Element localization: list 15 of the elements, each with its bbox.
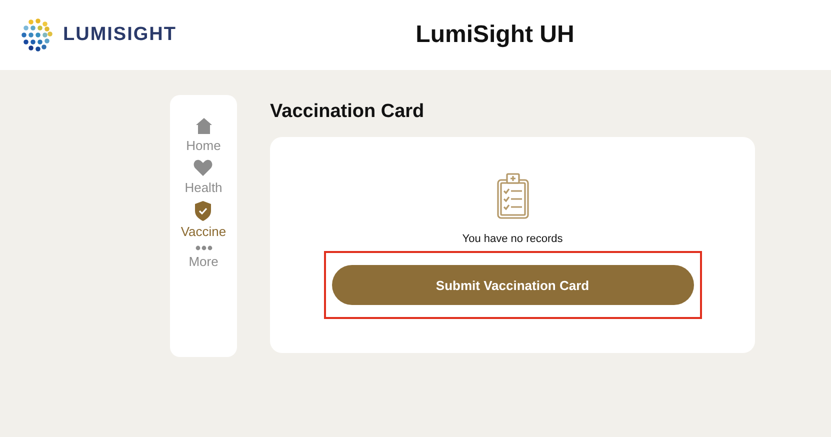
page-title: Vaccination Card xyxy=(270,101,426,123)
logo-icon xyxy=(19,17,55,53)
heart-icon xyxy=(193,159,214,177)
nav-item[interactable]: Vaccine xyxy=(180,201,226,240)
empty-message: You have no records xyxy=(462,233,563,245)
house-icon xyxy=(194,117,212,135)
brand-name: LUMISIGHT xyxy=(63,24,176,46)
nav-item[interactable]: More xyxy=(188,245,218,270)
shield-check-icon xyxy=(194,201,212,221)
submit-button[interactable]: Submit Vaccination Card xyxy=(332,265,694,305)
more-icon xyxy=(194,245,212,251)
clipboard-icon xyxy=(496,173,530,219)
nav-item[interactable]: Health xyxy=(184,159,222,196)
nav-item[interactable]: Home xyxy=(186,117,221,154)
app-title: LumiSight UH xyxy=(414,21,576,49)
